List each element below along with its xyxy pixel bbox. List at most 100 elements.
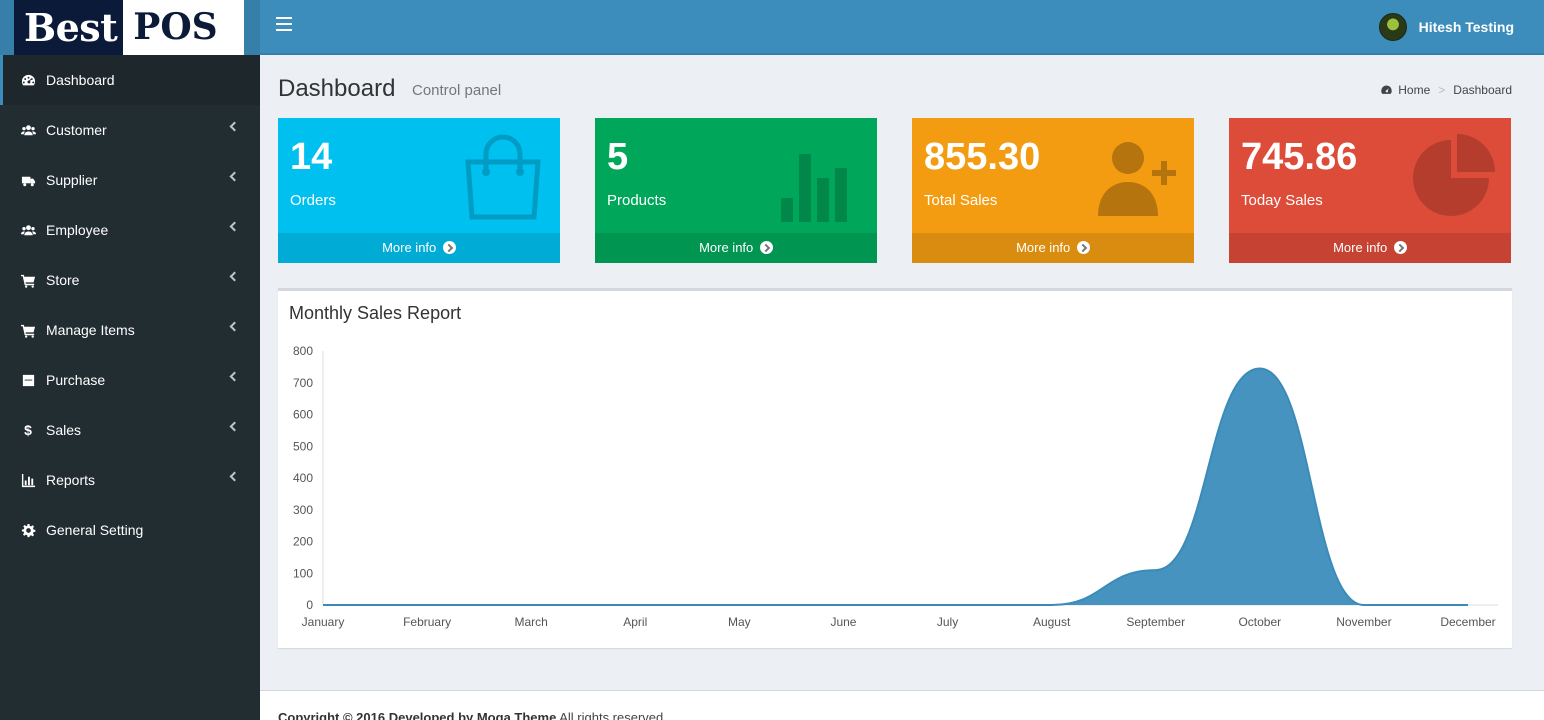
sales-area: [323, 368, 1468, 605]
truck-icon: [20, 172, 36, 188]
sidebar-item-supplier[interactable]: Supplier: [0, 155, 260, 205]
bar-chart-icon: [20, 472, 36, 488]
sidebar-item-dashboard[interactable]: Dashboard: [0, 55, 260, 105]
sidebar-item-label: Manage Items: [46, 322, 135, 338]
chevron-left-icon: [229, 171, 240, 182]
arrow-circle-right-icon: [1393, 241, 1407, 254]
sidebar-item-purchase[interactable]: Purchase: [0, 355, 260, 405]
sidebar-item-reports[interactable]: Reports: [0, 455, 260, 505]
main-content: Dashboard Control panel Home > Dashboard…: [260, 55, 1544, 720]
stat-label: Today Sales: [1241, 192, 1323, 209]
stat-value: 745.86: [1241, 136, 1358, 178]
chevron-left-icon: [229, 271, 240, 282]
sidebar-item-manage-items[interactable]: Manage Items: [0, 305, 260, 355]
breadcrumb-separator: >: [1438, 83, 1446, 97]
drawer-icon: [20, 372, 36, 388]
x-tick-label: February: [403, 615, 451, 629]
breadcrumb: Home > Dashboard: [1380, 83, 1512, 97]
stat-label: Total Sales: [924, 192, 998, 209]
dashboard-icon: [20, 72, 36, 88]
hamburger-icon: [276, 17, 292, 19]
shopping-bag-icon: [465, 134, 541, 220]
breadcrumb-current: Dashboard: [1453, 83, 1512, 97]
y-tick-label: 0: [306, 598, 313, 612]
brand-name-part1: Best: [24, 5, 118, 50]
footer-rights: All rights reserved.: [559, 710, 667, 720]
y-tick-label: 800: [293, 344, 313, 358]
y-tick-label: 300: [293, 503, 313, 517]
stat-value: 855.30: [924, 136, 1041, 178]
stat-box-total-sales: 855.30 Total Sales More info: [912, 118, 1194, 263]
stat-label: Orders: [290, 192, 336, 209]
sidebar-toggle-button[interactable]: [276, 17, 292, 35]
sidebar-item-label: Purchase: [46, 372, 106, 388]
gear-icon: [20, 522, 36, 538]
x-tick-label: March: [515, 615, 548, 629]
user-avatar: [1378, 13, 1407, 41]
sidebar-item-label: Reports: [46, 472, 96, 488]
footer: Copyright © 2016 Developed by Moga Theme…: [260, 690, 1544, 720]
more-info-link[interactable]: More info: [1229, 233, 1511, 263]
top-navbar: Hitesh Testing: [260, 0, 1544, 55]
y-tick-label: 400: [293, 471, 313, 485]
chevron-left-icon: [229, 471, 240, 482]
breadcrumb-home-link[interactable]: Home: [1398, 83, 1430, 97]
cart-icon: [20, 272, 36, 288]
pie-chart-icon: [1413, 134, 1495, 216]
user-menu[interactable]: Hitesh Testing: [1378, 13, 1514, 41]
more-info-link[interactable]: More info: [278, 233, 560, 263]
more-info-link[interactable]: More info: [595, 233, 877, 263]
brand-logo[interactable]: Best POS: [0, 0, 260, 55]
more-info-link[interactable]: More info: [912, 233, 1194, 263]
chevron-left-icon: [229, 221, 240, 232]
x-tick-label: May: [728, 615, 751, 629]
y-tick-label: 100: [293, 566, 313, 580]
footer-copyright: Copyright © 2016 Developed by Moga Theme: [278, 710, 557, 720]
sidebar-item-employee[interactable]: Employee: [0, 205, 260, 255]
brand-name-part2: POS: [123, 0, 244, 55]
users-icon: [20, 122, 36, 138]
users-icon: [20, 222, 36, 238]
page-title: Dashboard: [278, 75, 396, 102]
dollar-icon: $: [24, 422, 32, 438]
y-tick-label: 200: [293, 535, 313, 549]
stat-label: Products: [607, 192, 667, 209]
stat-value: 14: [290, 136, 333, 178]
stat-box-orders: 14 Orders More info: [278, 118, 560, 263]
cart-icon: [20, 322, 36, 338]
stat-box-products: 5 Products More info: [595, 118, 877, 263]
page-subtitle: Control panel: [412, 82, 502, 99]
dashboard-icon: [1381, 85, 1392, 94]
chevron-left-icon: [229, 121, 240, 132]
sidebar-item-label: Supplier: [46, 172, 98, 188]
y-tick-label: 500: [293, 439, 313, 453]
arrow-circle-right-icon: [1076, 241, 1090, 254]
x-tick-label: December: [1440, 615, 1495, 629]
sidebar-item-store[interactable]: Store: [0, 255, 260, 305]
x-tick-label: November: [1336, 615, 1391, 629]
chevron-left-icon: [229, 421, 240, 432]
monthly-sales-chart: 0 100 200 300 400 500 600 700 800 January February…: [293, 344, 1498, 629]
footer-text: Copyright © 2016 Developed by Moga Theme…: [278, 710, 667, 720]
sidebar-item-label: Dashboard: [46, 72, 115, 88]
sidebar-item-customer[interactable]: Customer: [0, 105, 260, 155]
y-tick-label: 600: [293, 408, 313, 422]
stat-box-today-sales: 745.86 Today Sales More info: [1229, 118, 1511, 263]
sidebar-item-label: Customer: [46, 122, 107, 138]
chevron-left-icon: [229, 321, 240, 332]
user-add-icon: [1098, 142, 1176, 216]
arrow-circle-right-icon: [759, 241, 773, 254]
arrow-circle-right-icon: [442, 241, 456, 254]
chart-title: Monthly Sales Report: [289, 303, 462, 323]
x-tick-label: August: [1033, 615, 1071, 629]
x-tick-label: September: [1126, 615, 1185, 629]
x-tick-label: October: [1238, 615, 1281, 629]
monthly-sales-panel: Monthly Sales Report 0 100 200 300 400 500 600…: [278, 288, 1512, 648]
stat-value: 5: [607, 136, 629, 178]
sidebar: Dashboard Customer Supplier Employee Sto…: [0, 55, 260, 720]
brand-logo-mark: Best POS: [14, 0, 244, 55]
sidebar-item-general-setting[interactable]: General Setting: [0, 505, 260, 555]
sidebar-item-sales[interactable]: $ Sales: [0, 405, 260, 455]
sidebar-item-label: Sales: [46, 422, 82, 438]
x-tick-label: June: [830, 615, 856, 629]
